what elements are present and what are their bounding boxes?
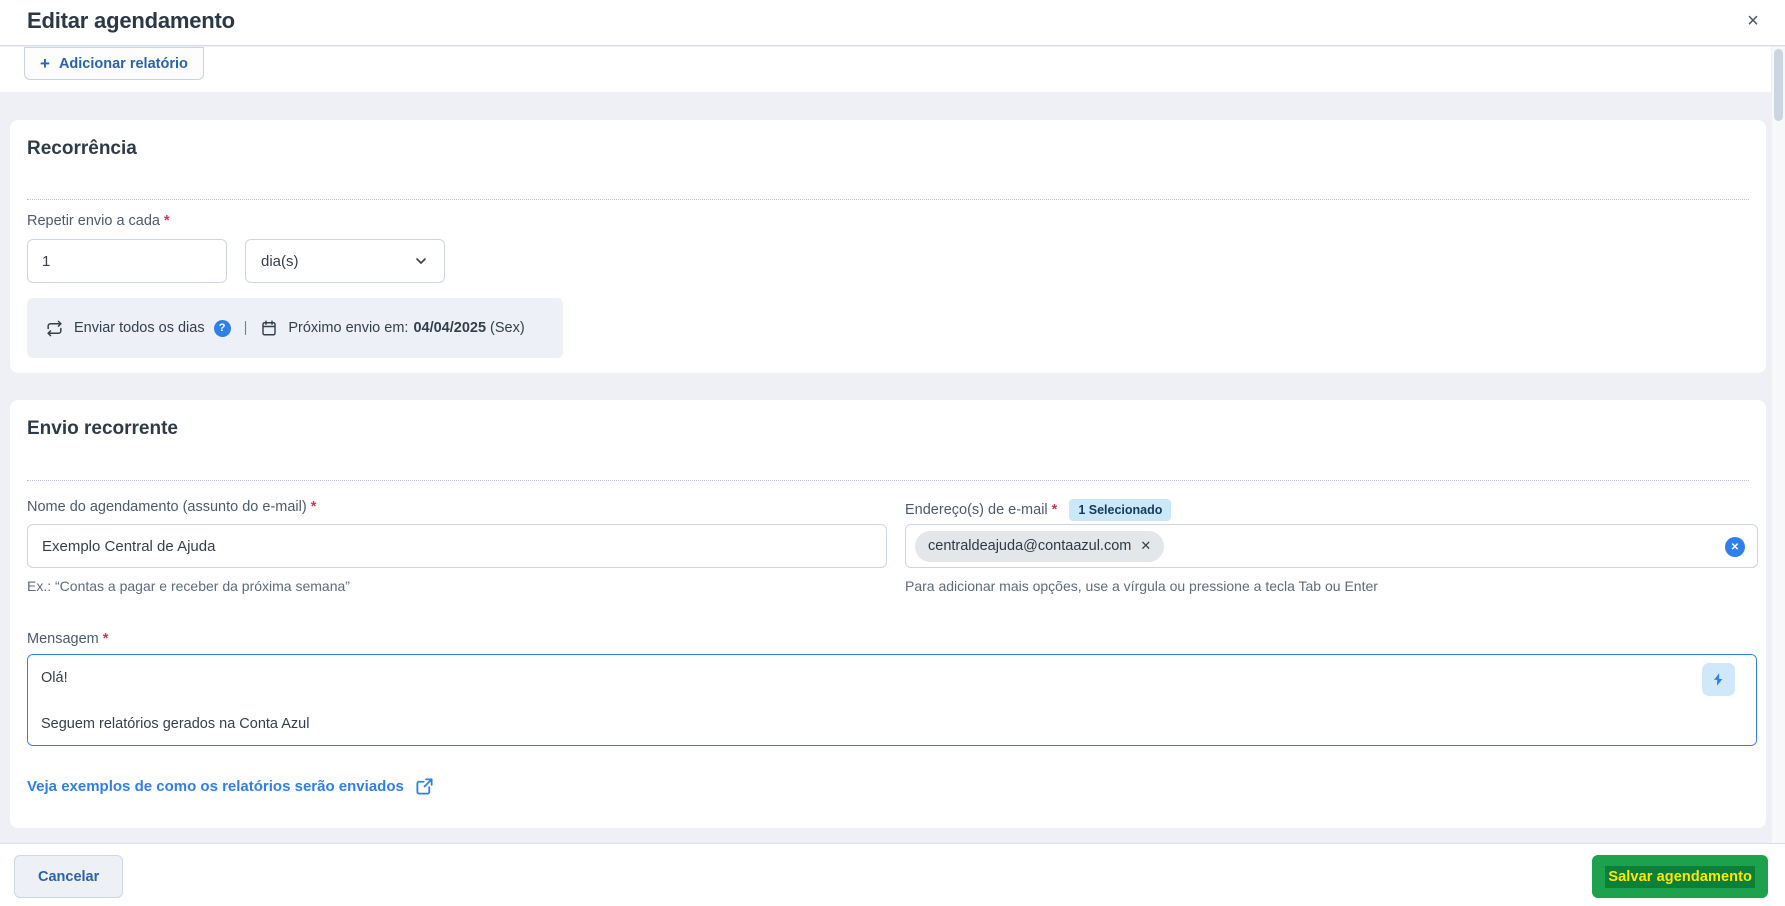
email-label: Endereço(s) de e-mail: [905, 502, 1048, 518]
modal-footer: Cancelar Salvar agendamento: [0, 843, 1785, 906]
schedule-name-label: Nome do agendamento (assunto do e-mail) *: [27, 499, 317, 515]
email-label-row: Endereço(s) de e-mail * 1 Selecionado: [905, 499, 1172, 521]
frequency-text: Enviar todos os dias: [74, 320, 205, 336]
save-schedule-button[interactable]: Salvar agendamento: [1592, 855, 1768, 898]
help-icon[interactable]: ?: [213, 319, 231, 337]
plus-icon: +: [40, 54, 50, 73]
email-multiselect-input[interactable]: centraldeajuda@contaazul.com ✕ ✕: [905, 524, 1758, 568]
chip-remove-icon[interactable]: ✕: [1140, 538, 1151, 554]
save-schedule-label: Salvar agendamento: [1605, 865, 1755, 888]
scrollbar-thumb[interactable]: [1774, 49, 1783, 121]
email-chip: centraldeajuda@contaazul.com ✕: [915, 530, 1165, 562]
close-button[interactable]: ×: [1739, 7, 1767, 35]
repeat-unit-value: dia(s): [261, 252, 299, 270]
page-title: Editar agendamento: [27, 8, 235, 33]
required-mark: *: [164, 213, 170, 229]
recurrence-card: Recorrência Repetir envio a cada* dia(s)…: [10, 120, 1766, 373]
recurrence-title: Recorrência: [27, 138, 137, 159]
repeat-interval-label: Repetir envio a cada *: [27, 213, 170, 229]
repeat-icon: [45, 319, 64, 338]
divider: [27, 199, 1749, 200]
repeat-interval-input[interactable]: [27, 239, 227, 283]
reports-section-strip: + Adicionar relatório: [0, 47, 1771, 92]
next-send-date: 04/04/2025: [413, 320, 487, 336]
clear-all-icon: ✕: [1730, 541, 1740, 553]
schedule-name-input[interactable]: [27, 524, 887, 568]
divider: [27, 480, 1749, 481]
quick-insert-button[interactable]: [1702, 663, 1735, 696]
selected-count-badge: 1 Selecionado: [1069, 499, 1172, 521]
separator: |: [243, 320, 248, 336]
clear-all-button[interactable]: ✕: [1725, 537, 1745, 557]
email-helper: Para adicionar mais opções, use a vírgul…: [905, 578, 1378, 594]
repeat-unit-select[interactable]: dia(s): [245, 239, 445, 283]
schedule-name-helper: Ex.: “Contas a pagar e receber da próxim…: [27, 578, 350, 594]
external-link-icon: [416, 778, 433, 795]
examples-link-label: Veja exemplos de como os relatórios serã…: [27, 778, 404, 795]
message-label: Mensagem *: [27, 631, 109, 647]
modal-header: Editar agendamento ×: [0, 0, 1785, 46]
next-send-day: (Sex): [490, 320, 525, 336]
required-mark: *: [1051, 502, 1058, 518]
recurrence-summary-bar: Enviar todos os dias ? | Próximo envio e…: [27, 298, 563, 358]
lightning-bolt-icon: [1714, 673, 1723, 686]
close-icon: ×: [1747, 9, 1759, 32]
required-mark: *: [310, 499, 317, 515]
examples-link[interactable]: Veja exemplos de como os relatórios serã…: [27, 777, 434, 796]
recurring-send-title: Envio recorrente: [27, 418, 178, 439]
required-mark: *: [102, 631, 109, 647]
add-report-button[interactable]: + Adicionar relatório: [24, 47, 204, 80]
recurring-send-card: Envio recorrente Nome do agendamento (as…: [10, 400, 1766, 828]
scrollbar-track: [1772, 47, 1785, 906]
calendar-icon: [260, 319, 278, 337]
next-send-label: Próximo envio em:: [288, 320, 409, 336]
email-chip-text: centraldeajuda@contaazul.com: [928, 538, 1132, 554]
cancel-button[interactable]: Cancelar: [14, 855, 124, 898]
message-textarea[interactable]: Olá! Seguem relatórios gerados na Conta …: [27, 654, 1757, 746]
add-report-label: Adicionar relatório: [58, 55, 188, 72]
chevron-down-icon: [416, 258, 426, 264]
